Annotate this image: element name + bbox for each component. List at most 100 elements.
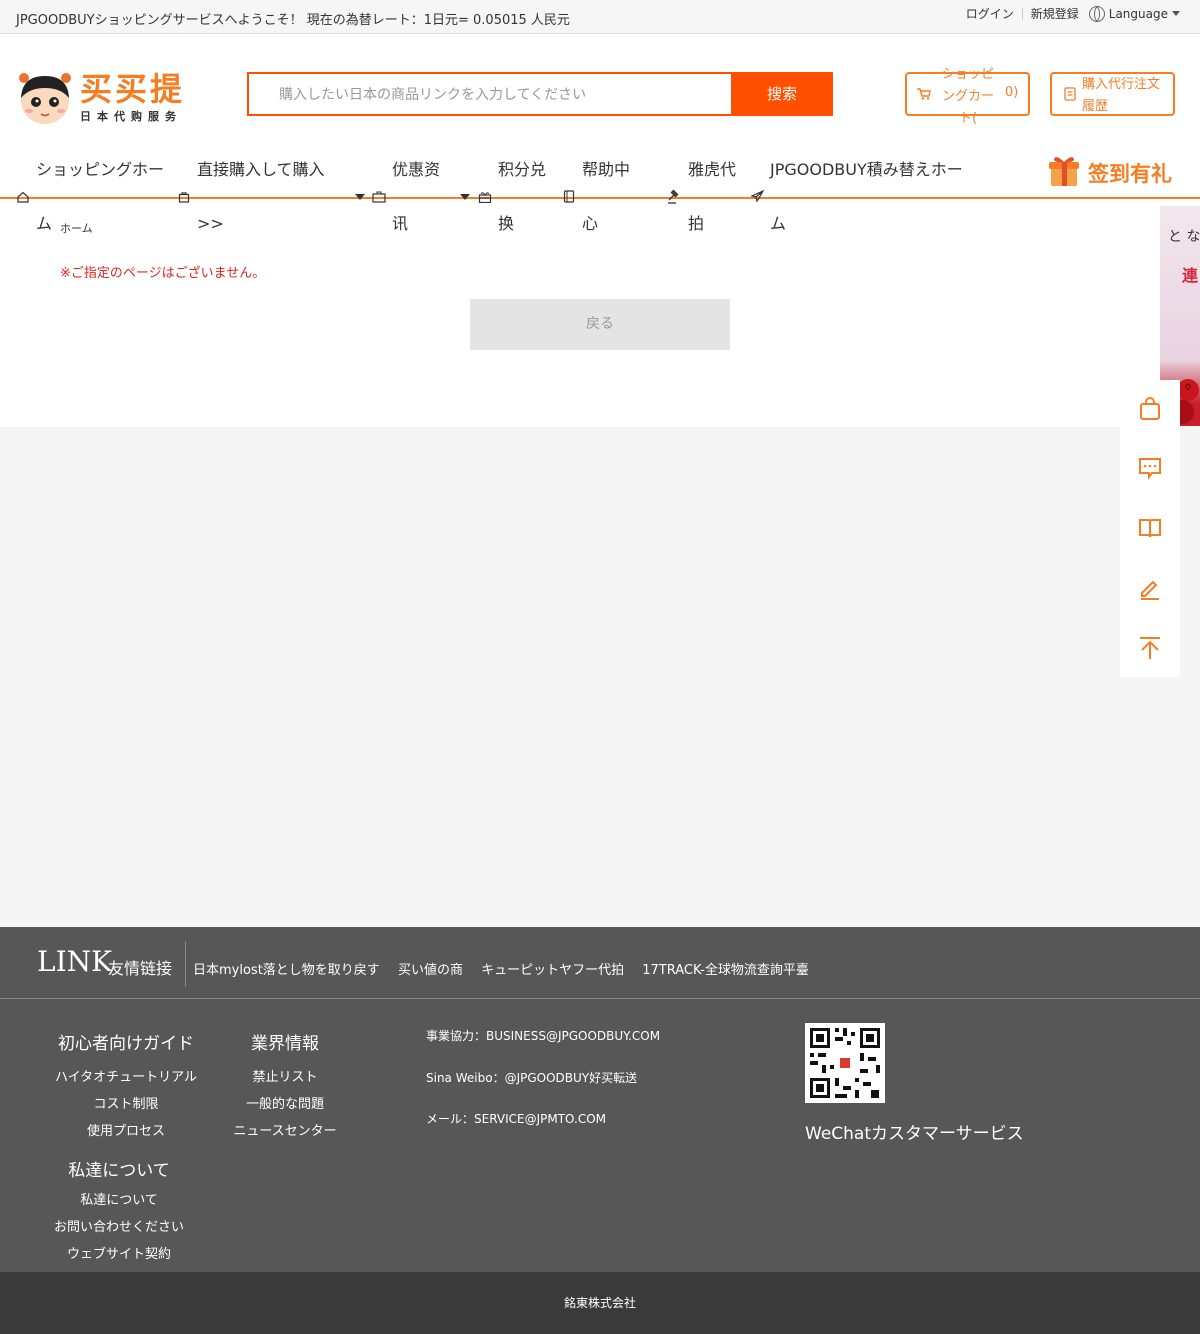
nav-item-direct-purchase-l2[interactable]: >> [197,197,224,251]
nav-item-points-exchange-l2[interactable]: 换 [498,197,514,251]
nav-item-transshipment-home[interactable]: JPGOODBUY積み替えホー [770,143,963,197]
footer-link[interactable]: 一般的な問題 [220,1091,350,1118]
checkin-text: 签到有礼 [1088,162,1172,186]
footer-link[interactable]: ウェブサイト契約 [39,1241,199,1268]
cart-label: ショッピングカート( [941,67,994,126]
gift-icon [478,192,492,203]
mail-contact: メール：SERVICE@JPMTO.COM [426,1112,607,1126]
nav-label-line1: 帮助中 [582,160,631,179]
document-icon [1064,87,1076,101]
nav-label-line2: 心 [582,214,599,233]
nav-label-line1: 直接購入して購入 [197,160,325,179]
nav-item-shopping-home[interactable]: ショッピングホー [36,143,164,197]
gavel-icon [668,189,679,204]
nav-item-shopping-home-l2[interactable]: ム [36,197,52,251]
nav-item-promotions-l2[interactable]: 讯 [392,197,408,251]
footer-about-column: 私達について 私達について お問い合わせください ウェブサイト契約 [39,1156,199,1268]
shopping-bag-icon [178,192,190,203]
nav-item-yahoo-auction[interactable]: 雅虎代 [688,143,736,197]
footer-link[interactable]: ニュースセンター [220,1118,350,1145]
back-button[interactable]: 戻る [470,299,730,350]
nav-item-help-center-l2[interactable]: 心 [582,197,598,251]
shopping-bag-icon[interactable] [1138,397,1162,421]
friend-links: 日本mylost落とし物を取り戻す 买い値の商 キューピットヤフー代拍 17TR… [193,959,823,978]
footer-heading: 私達について [68,1161,170,1181]
nav-label-line1: JPGOODBUY積み替えホー [770,160,963,179]
divider [185,941,186,987]
nav-label-line2: >> [197,214,224,233]
airplane-icon [750,189,765,203]
login-link[interactable]: ログイン [966,5,1014,22]
nav-item-promotions[interactable]: 优惠资 [392,143,440,197]
side-ad-text: と な [1168,229,1200,245]
order-history-label: 購入代行注文履歴 [1082,77,1161,114]
nav-label-line2: 拍 [688,214,705,233]
friend-link[interactable]: キューピットヤフー代拍 [481,963,624,978]
cart-count: 0) [1005,85,1019,100]
nav-label-line1: 雅虎代 [688,160,737,179]
footer-link[interactable]: 禁止リスト [220,1064,350,1091]
chat-icon[interactable] [1138,456,1162,480]
footer-guide-column: 初心者向けガイド ハイタオチュートリアル コスト制限 使用プロセス [46,1029,206,1145]
search-input[interactable] [247,72,731,116]
nav-label-line2: ム [770,214,787,233]
breadcrumb[interactable]: ホーム [60,220,93,236]
wechat-service-label: WeChatカスタマーサービス [805,1124,1024,1144]
briefcase-icon [372,191,386,203]
nav-label-line1: 优惠资 [392,160,441,179]
footer-link[interactable]: 使用プロセス [46,1118,206,1145]
copyright: 銘東株式会社 [0,1272,1200,1334]
caret-down-icon [1172,11,1180,16]
nav-item-direct-purchase[interactable]: 直接購入して購入 [197,143,325,197]
divider [1021,7,1023,20]
error-message: ※ご指定のページはございません。 [60,266,266,281]
side-ad-title: 連 [1182,266,1199,285]
top-bar-links: ログイン 新規登録 Language [966,5,1180,22]
nav-item-help-center[interactable]: 帮助中 [582,143,630,197]
footer-heading: 初心者向けガイド [58,1034,194,1054]
caret-down-icon [355,194,365,200]
footer-link[interactable]: 私達について [39,1187,199,1214]
search-button[interactable]: 搜索 [731,72,833,116]
shopping-cart-button[interactable]: ショッピングカート( 0) [905,67,1030,126]
nav-item-points-exchange[interactable]: 积分兑 [498,143,546,197]
footer-link[interactable]: ハイタオチュートリアル [46,1064,206,1091]
footer-industry-column: 業界情報 禁止リスト 一般的な問題 ニュースセンター [220,1029,350,1145]
register-link[interactable]: 新規登録 [1031,5,1079,22]
welcome-text: JPGOODBUYショッピングサービスへようこそ！ 現在の為替レート：1日元= … [16,13,570,28]
logo-subtitle: 日本代购服务 [80,110,182,123]
cart-icon [917,88,931,100]
nav-label-line2: ム [36,214,53,233]
footer-link[interactable]: コスト制限 [46,1091,206,1118]
friend-link[interactable]: 日本mylost落とし物を取り戻す [193,963,380,978]
logo-brand-text: 买买提 [80,70,186,108]
site-logo[interactable]: 买买提 日本代购服务 [16,62,188,128]
search-bar: 搜索 [247,72,833,116]
friend-link[interactable]: 买い値の商 [398,963,463,978]
link-heading: LINK [37,945,113,978]
footer-heading: 業界情報 [251,1034,319,1054]
nav-label-line1: 积分兑 [498,160,547,179]
mascot-logo-icon [19,73,71,124]
open-book-icon[interactable] [1138,516,1162,540]
checkin-reward-banner[interactable]: 签到有礼 [1048,152,1178,192]
footer-link[interactable]: お問い合わせください [39,1214,199,1241]
link-heading-sub: 友情链接 [108,959,173,978]
gift-box-icon [1049,157,1079,186]
nav-label-line1: ショッピングホー [36,160,165,179]
wechat-qr-code [805,1023,885,1103]
caret-down-icon [460,194,470,200]
nav-item-transshipment-home-l2[interactable]: ム [770,197,786,251]
friend-links-bar: LINK 友情链接 日本mylost落とし物を取り戻す 买い値の商 キューピット… [0,927,1200,999]
breadcrumb-home[interactable]: ホーム [60,222,93,235]
business-contact: 事業協力：BUSINESS@JPGOODBUY.COM [426,1029,661,1043]
order-history-button[interactable]: 購入代行注文履歴 [1050,72,1175,116]
friend-link[interactable]: 17TRACK-全球物流查詢平臺 [642,963,809,978]
globe-icon [1088,5,1105,22]
edit-icon[interactable] [1138,576,1162,600]
book-icon [563,190,575,203]
weibo-contact: Sina Weibo：@JPGOODBUY好买転送 [426,1071,638,1085]
back-to-top-icon[interactable] [1138,636,1162,660]
language-selector[interactable]: Language [1109,7,1168,21]
nav-item-yahoo-auction-l2[interactable]: 拍 [688,197,704,251]
